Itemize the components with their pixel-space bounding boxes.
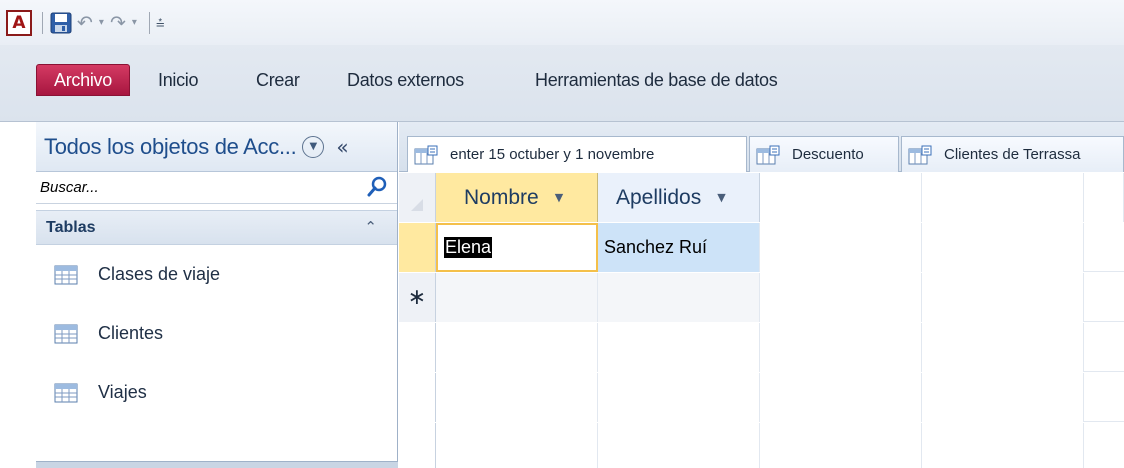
doc-tab-clientes-terrassa[interactable]: Clientes de Terrassa: [901, 136, 1124, 172]
tab-inicio[interactable]: Inicio: [158, 64, 199, 96]
nav-pane-header[interactable]: Todos los objetos de Acc... ▼ «: [36, 122, 397, 172]
cell-apellidos[interactable]: Sanchez Ruí: [598, 223, 760, 272]
empty-selector: [399, 373, 436, 422]
document-tabs: enter 15 octuber y 1 novembre Descuento …: [399, 122, 1124, 172]
new-cell-nombre[interactable]: [436, 273, 598, 322]
nav-menu-dropdown-icon[interactable]: ▼: [302, 135, 325, 158]
select-all-corner[interactable]: [399, 173, 436, 222]
query-icon: [414, 145, 438, 164]
column-header-apellidos[interactable]: Apellidos ▼: [598, 173, 760, 222]
nav-pane-title[interactable]: Todos los objetos de Acc...: [44, 134, 297, 160]
tab-datos-externos[interactable]: Datos externos: [347, 64, 464, 96]
empty-cell: [922, 273, 1084, 322]
tab-archivo[interactable]: Archivo: [36, 64, 130, 96]
new-cell-apellidos[interactable]: [598, 273, 760, 322]
empty-cell: [922, 223, 1084, 272]
sort-filter-dropdown-icon[interactable]: ▼: [717, 191, 725, 204]
empty-selector: [399, 423, 436, 468]
nav-search-row: [36, 172, 397, 204]
empty-cell: [760, 223, 922, 272]
collapse-group-icon[interactable]: ⌃: [364, 218, 377, 236]
group-header-tablas[interactable]: Tablas ⌃: [36, 210, 397, 245]
empty-cell: [436, 423, 598, 468]
table-icon: [54, 324, 78, 343]
undo-dropdown-icon[interactable]: ▾: [99, 17, 104, 28]
empty-cell: [598, 323, 760, 372]
empty-column-header: [922, 173, 1084, 222]
toolbar-separator: [148, 11, 150, 34]
redo-dropdown-icon[interactable]: ▾: [132, 17, 137, 28]
group-label: Tablas: [46, 218, 96, 236]
table-row: Elena Sanchez Ruí: [399, 223, 1124, 272]
sort-filter-dropdown-icon[interactable]: ▼: [555, 191, 563, 204]
save-icon: [50, 12, 72, 33]
nav-item-label: Clases de viaje: [98, 264, 221, 284]
nav-item-label: Clientes: [98, 323, 164, 343]
doc-tab-label: Clientes de Terrassa: [944, 146, 1081, 163]
query-icon: [908, 145, 932, 164]
collapse-pane-icon[interactable]: «: [336, 135, 348, 159]
empty-cell: [436, 323, 598, 372]
empty-cell: [760, 423, 922, 468]
new-record-selector[interactable]: ∗: [399, 273, 436, 322]
redo-icon: ↷: [109, 11, 126, 34]
corner-triangle-icon: [411, 198, 423, 211]
toolbar-separator: [42, 11, 43, 34]
undo-icon: ↶: [77, 11, 93, 34]
empty-cell: [760, 323, 922, 372]
navigation-pane: Todos los objetos de Acc... ▼ « Tablas ⌃…: [36, 122, 398, 468]
doc-tab-label: Descuento: [792, 146, 864, 163]
nav-item-clientes[interactable]: Clientes: [36, 304, 397, 363]
nav-item-label: Viajes: [98, 382, 147, 402]
save-button[interactable]: [49, 11, 73, 35]
redo-button[interactable]: ↷: [110, 12, 126, 34]
nav-pane-bottom-group: [36, 461, 398, 468]
tab-herramientas-bd[interactable]: Herramientas de base de datos: [535, 64, 778, 96]
empty-grid-row: [399, 373, 1124, 422]
undo-button[interactable]: ↶: [77, 12, 93, 34]
search-input[interactable]: [36, 172, 350, 203]
empty-cell: [760, 373, 922, 422]
doc-tab-descuento[interactable]: Descuento: [749, 136, 899, 172]
empty-cell: [760, 273, 922, 322]
column-header-nombre[interactable]: Nombre ▼: [436, 173, 598, 222]
empty-column-header: [1084, 173, 1124, 222]
ribbon: Archivo Inicio Crear Datos externos Herr…: [0, 45, 1124, 122]
access-app-icon[interactable]: A: [6, 9, 32, 36]
empty-grid-row: [399, 423, 1124, 468]
empty-column-header: [760, 173, 922, 222]
empty-selector: [399, 323, 436, 372]
empty-cell: [436, 373, 598, 422]
nav-item-clases-de-viaje[interactable]: Clases de viaje: [36, 245, 397, 304]
column-header-label: Apellidos: [616, 185, 702, 209]
record-selector[interactable]: [399, 223, 436, 272]
customize-toolbar-icon[interactable]: ⩮: [156, 14, 165, 32]
tab-crear[interactable]: Crear: [256, 64, 300, 96]
doc-tab-query-fechas[interactable]: enter 15 octuber y 1 novembre: [407, 136, 747, 172]
table-icon: [54, 383, 78, 402]
empty-cell: [922, 423, 1084, 468]
table-icon: [54, 265, 78, 284]
header-row: Nombre ▼ Apellidos ▼: [399, 173, 1124, 222]
query-icon: [756, 145, 780, 164]
cell-value: Elena: [444, 237, 493, 258]
cell-nombre[interactable]: Elena: [436, 223, 598, 272]
empty-cell: [598, 423, 760, 468]
datasheet: Nombre ▼ Apellidos ▼ Elena Sanchez Ruí ∗: [399, 173, 1124, 468]
quick-access-toolbar: A ↶ ▾ ↷ ▾ ⩮: [0, 0, 1124, 45]
empty-cell: [598, 373, 760, 422]
column-header-label: Nombre: [464, 185, 539, 209]
empty-cell: [922, 373, 1084, 422]
search-icon[interactable]: [365, 175, 389, 199]
new-record-row: ∗: [399, 273, 1124, 322]
new-record-icon: ∗: [407, 285, 427, 310]
nav-item-viajes[interactable]: Viajes: [36, 363, 397, 422]
cell-value: Sanchez Ruí: [604, 237, 708, 257]
empty-cell: [922, 323, 1084, 372]
empty-grid-row: [399, 323, 1124, 372]
doc-tab-label: enter 15 octuber y 1 novembre: [450, 146, 655, 163]
